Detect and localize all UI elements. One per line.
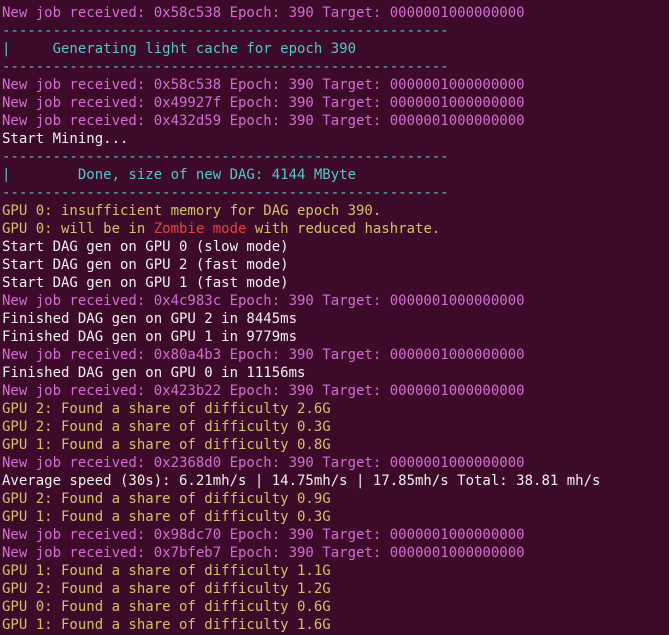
terminal-segment: Zombie mode: [154, 221, 247, 237]
terminal-line: GPU 1: Found a share of difficulty 1.1G: [2, 562, 667, 580]
terminal-segment: GPU 2: Found a share of difficulty 0.3G: [2, 419, 331, 435]
terminal-segment: Start DAG gen on GPU 1 (fast mode): [2, 275, 289, 291]
terminal-line: Finished DAG gen on GPU 2 in 8445ms: [2, 310, 667, 328]
terminal-line: GPU 0: will be in Zombie mode with reduc…: [2, 220, 667, 238]
terminal-line: Finished DAG gen on GPU 1 in 9779ms: [2, 328, 667, 346]
terminal-segment: GPU 2: Found a share of difficulty 0.9G: [2, 491, 331, 507]
terminal-segment: New job received: 0x7bfeb7 Epoch: 390 Ta…: [2, 545, 525, 561]
terminal-line: New job received: 0x432d59 Epoch: 390 Ta…: [2, 112, 667, 130]
terminal-segment: GPU 0: will be in: [2, 221, 154, 237]
terminal-line: New job received: 0x4c983c Epoch: 390 Ta…: [2, 292, 667, 310]
terminal-line: New job received: 0x423b22 Epoch: 390 Ta…: [2, 382, 667, 400]
terminal-segment: ----------------------------------------…: [2, 149, 449, 165]
terminal-segment: New job received: 0x80a4b3 Epoch: 390 Ta…: [2, 347, 525, 363]
terminal-segment: | Generating light cache for epoch 390: [2, 41, 356, 57]
terminal-segment: New job received: 0x58c538 Epoch: 390 Ta…: [2, 5, 525, 21]
terminal-line: ----------------------------------------…: [2, 22, 667, 40]
terminal-segment: Finished DAG gen on GPU 2 in 8445ms: [2, 311, 297, 327]
terminal-segment: New job received: 0x4c983c Epoch: 390 Ta…: [2, 293, 525, 309]
terminal-line: GPU 1: Found a share of difficulty 0.8G: [2, 436, 667, 454]
terminal-segment: New job received: 0x49927f Epoch: 390 Ta…: [2, 95, 525, 111]
terminal-segment: GPU 1: Found a share of difficulty 0.3G: [2, 509, 331, 525]
terminal-segment: Start DAG gen on GPU 0 (slow mode): [2, 239, 289, 255]
terminal-line: GPU 2: Found a share of difficulty 2.6G: [2, 400, 667, 418]
terminal-line: Start DAG gen on GPU 2 (fast mode): [2, 256, 667, 274]
terminal-line: | Generating light cache for epoch 390: [2, 40, 667, 58]
terminal-line: | Done, size of new DAG: 4144 MByte: [2, 166, 667, 184]
terminal-line: GPU 0: insufficient memory for DAG epoch…: [2, 202, 667, 220]
terminal-line: GPU 1: Found a share of difficulty 1.6G: [2, 616, 667, 634]
terminal-line: Start DAG gen on GPU 0 (slow mode): [2, 238, 667, 256]
terminal-segment: Finished DAG gen on GPU 1 in 9779ms: [2, 329, 297, 345]
terminal-segment: ----------------------------------------…: [2, 185, 449, 201]
terminal-segment: New job received: 0x423b22 Epoch: 390 Ta…: [2, 383, 525, 399]
terminal-segment: New job received: 0x432d59 Epoch: 390 Ta…: [2, 113, 525, 129]
terminal-segment: GPU 2: Found a share of difficulty 2.6G: [2, 401, 331, 417]
terminal-line: GPU 2: Found a share of difficulty 1.2G: [2, 580, 667, 598]
terminal-line: ----------------------------------------…: [2, 58, 667, 76]
terminal-segment: GPU 1: Found a share of difficulty 0.8G: [2, 437, 331, 453]
terminal-line: New job received: 0x49927f Epoch: 390 Ta…: [2, 94, 667, 112]
terminal-line: New job received: 0x98dc70 Epoch: 390 Ta…: [2, 526, 667, 544]
terminal-line: Average speed (30s): 6.21mh/s | 14.75mh/…: [2, 472, 667, 490]
terminal-line: New job received: 0x2368d0 Epoch: 390 Ta…: [2, 454, 667, 472]
terminal-line: ----------------------------------------…: [2, 148, 667, 166]
terminal-segment: with reduced hashrate.: [246, 221, 440, 237]
terminal-line: Finished DAG gen on GPU 0 in 11156ms: [2, 364, 667, 382]
terminal-line: New job received: 0x58c538 Epoch: 390 Ta…: [2, 76, 667, 94]
terminal-line: New job received: 0x7bfeb7 Epoch: 390 Ta…: [2, 544, 667, 562]
terminal-output: New job received: 0x58c538 Epoch: 390 Ta…: [0, 0, 669, 635]
terminal-segment: GPU 0: Found a share of difficulty 0.6G: [2, 599, 331, 615]
terminal-segment: New job received: 0x98dc70 Epoch: 390 Ta…: [2, 527, 525, 543]
terminal-line: GPU 1: Found a share of difficulty 0.3G: [2, 508, 667, 526]
terminal-segment: Average speed (30s): 6.21mh/s | 14.75mh/…: [2, 473, 600, 489]
terminal-segment: ----------------------------------------…: [2, 23, 449, 39]
terminal-segment: Start DAG gen on GPU 2 (fast mode): [2, 257, 289, 273]
terminal-line: Start Mining...: [2, 130, 667, 148]
terminal-line: GPU 0: Found a share of difficulty 0.6G: [2, 598, 667, 616]
terminal-segment: Start Mining...: [2, 131, 128, 147]
terminal-line: GPU 2: Found a share of difficulty 0.3G: [2, 418, 667, 436]
terminal-segment: New job received: 0x2368d0 Epoch: 390 Ta…: [2, 455, 525, 471]
terminal-segment: Finished DAG gen on GPU 0 in 11156ms: [2, 365, 305, 381]
terminal-line: Start DAG gen on GPU 1 (fast mode): [2, 274, 667, 292]
terminal-line: ----------------------------------------…: [2, 184, 667, 202]
terminal-segment: GPU 1: Found a share of difficulty 1.6G: [2, 617, 331, 633]
terminal-line: New job received: 0x58c538 Epoch: 390 Ta…: [2, 4, 667, 22]
terminal-segment: ----------------------------------------…: [2, 59, 449, 75]
terminal-segment: GPU 1: Found a share of difficulty 1.1G: [2, 563, 331, 579]
terminal-segment: New job received: 0x58c538 Epoch: 390 Ta…: [2, 77, 525, 93]
terminal-segment: GPU 0: insufficient memory for DAG epoch…: [2, 203, 381, 219]
terminal-line: GPU 2: Found a share of difficulty 0.9G: [2, 490, 667, 508]
terminal-line: New job received: 0x80a4b3 Epoch: 390 Ta…: [2, 346, 667, 364]
terminal-segment: | Done, size of new DAG: 4144 MByte: [2, 167, 356, 183]
terminal-segment: GPU 2: Found a share of difficulty 1.2G: [2, 581, 331, 597]
